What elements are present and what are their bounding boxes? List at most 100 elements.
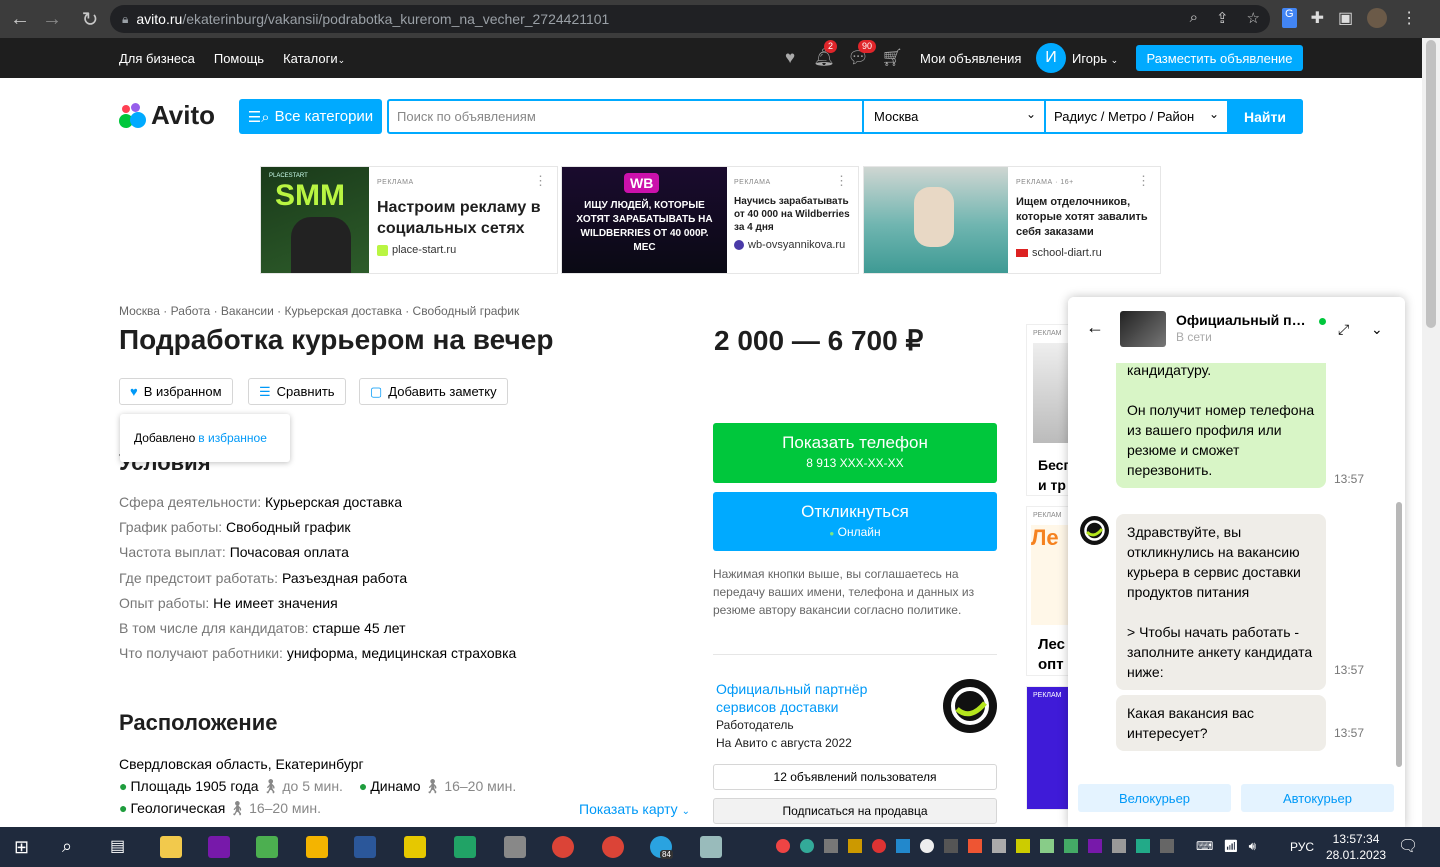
nav-help[interactable]: Помощь [214,51,264,66]
zoom-icon[interactable]: ⌕ [1190,9,1198,27]
file-explorer-icon[interactable] [306,836,328,858]
tray-app-icon[interactable] [824,839,838,853]
clock[interactable]: 13:57:34 28.01.2023 [1326,831,1386,863]
nav-catalogs[interactable]: Каталоги⌄ [283,51,345,66]
messages-icon[interactable]: 💬︎ 90 [847,40,877,68]
search-input[interactable]: Поиск по объявлениям [397,109,536,124]
wifi-icon[interactable]: 📶︎ [1223,839,1238,854]
logo-text: Avito [151,100,216,130]
user-ads-button[interactable]: 12 объявлений пользователя [713,764,997,790]
calculator-icon[interactable] [700,836,722,858]
side-ad[interactable]: РЕКЛАМ [1026,686,1070,810]
ad-banner-smm[interactable]: PLACESTART SMM РЕКЛАМА ⋮ Настроим реклам… [260,166,558,274]
side-ad-label: РЕКЛАМ [1033,692,1062,699]
chat-scrollbar[interactable] [1396,502,1402,767]
volume-icon[interactable]: 🔊︎ [1249,839,1257,854]
favorites-heart-icon[interactable]: ♥ [780,48,800,68]
seller-name[interactable]: Официальный партнёр сервисов доставки [716,680,896,716]
page-scrollbar[interactable] [1422,38,1440,827]
more-icon[interactable]: ⋮ [534,173,547,189]
tray-app-icon[interactable] [1160,839,1174,853]
tray-app-icon[interactable] [776,839,790,853]
my-ads-link[interactable]: Мои объявления [920,51,1021,66]
chat-contact-name[interactable]: Официальный партнёр сервисов доставки [1176,312,1311,328]
chrome-profile-icon[interactable] [602,836,624,858]
user-menu[interactable]: Игорь ⌄ [1072,51,1118,66]
tray-app-icon[interactable] [1088,839,1102,853]
notifications-bell-icon[interactable]: 🔔︎ 2 [813,40,838,68]
tray-app-icon[interactable] [1112,839,1126,853]
radius-select[interactable]: Радиус / Метро / Район ⌄ [1044,101,1227,132]
sheets-icon[interactable] [454,836,476,858]
extensions-icon[interactable]: ✚ [1311,8,1324,28]
tray-app-icon[interactable] [1016,839,1030,853]
city-select[interactable]: Москва ⌄ [862,101,1044,132]
quick-reply-bike[interactable]: Велокурьер [1078,784,1231,812]
tool-app-icon[interactable] [504,836,526,858]
editor-app-icon[interactable] [256,836,278,858]
tray-app-icon[interactable] [800,839,814,853]
notification-center-icon[interactable]: 🗨︎ [1398,836,1418,856]
tray-app-icon[interactable] [872,839,886,853]
telegram-icon[interactable]: 84 [650,836,673,859]
ad-banner-diart[interactable]: РЕКЛАМА · 16+ ⋮ Ищем отделочников, котор… [863,166,1161,274]
chevron-down-icon[interactable]: ⌄ [1371,321,1383,338]
post-ad-button[interactable]: Разместить объявление [1136,45,1303,71]
sidepanel-icon[interactable]: ▣ [1338,8,1353,28]
tray-app-icon[interactable] [992,839,1006,853]
profile-icon[interactable] [1367,8,1388,28]
back-icon[interactable]: ← [8,7,32,31]
side-ad[interactable]: РЕКЛАМ Ле Лес опт [1026,506,1070,676]
tray-app-icon[interactable] [896,839,910,853]
tray-app-icon[interactable] [920,839,934,853]
side-ad[interactable]: РЕКЛАМ Бесп и тр [1026,324,1070,496]
search-icon[interactable]: ⌕ [62,836,72,857]
seller-avatar[interactable] [943,679,997,733]
tray-app-icon[interactable] [1136,839,1150,853]
scrollbar-thumb[interactable] [1426,40,1436,328]
word-icon[interactable] [354,836,376,858]
find-button[interactable]: Найти [1227,99,1303,134]
tray-app-icon[interactable] [1040,839,1054,853]
nav-business[interactable]: Для бизнеса [119,51,195,66]
subscribe-button[interactable]: Подписаться на продавца [713,798,997,824]
avito-logo[interactable]: Avito [119,100,215,131]
translate-icon[interactable]: G [1282,8,1297,28]
notes-app-icon[interactable] [160,836,182,858]
tray-app-icon[interactable] [848,839,862,853]
favorite-button[interactable]: ♥ В избранном [119,378,233,405]
ad-banner-wb[interactable]: WB ИЩУ ЛЮДЕЙ, КОТОРЫЕ ХОТЯТ ЗАРАБАТЫВАТЬ… [561,166,859,274]
task-view-icon[interactable]: ▤ [110,836,125,856]
onenote-icon[interactable] [208,836,230,858]
show-phone-button[interactable]: Показать телефон 8 913 XXX-XX-XX [713,423,997,483]
address-bar[interactable]: 🔒︎ avito.ru/ekaterinburg/vakansii/podrab… [110,5,1270,33]
compare-button[interactable]: ☰ Сравнить [248,378,346,405]
tray-app-icon[interactable] [968,839,982,853]
chrome-icon[interactable] [552,836,574,858]
star-icon[interactable]: ☆ [1247,9,1260,27]
menu-icon[interactable]: ⋮ [1401,8,1417,28]
tooltip-favorites-link[interactable]: в избранное [198,431,267,445]
cart-icon[interactable]: 🛒︎ [881,48,903,68]
more-icon[interactable]: ⋮ [1137,173,1150,189]
forward-icon[interactable]: → [40,7,64,31]
language-indicator[interactable]: РУС [1290,840,1314,854]
param-value: Свободный график [226,519,351,536]
show-map-link[interactable]: Показать карту ⌄ [579,801,690,817]
respond-button[interactable]: Откликнуться ● Онлайн [713,492,997,551]
all-categories-button[interactable]: ☰⌕ Все категории [239,99,382,134]
expand-icon[interactable]: ⤢ [1338,321,1349,338]
share-icon[interactable]: ⇪ [1216,9,1229,27]
keyboard-icon[interactable]: ⌨ [1196,839,1213,854]
back-arrow-icon[interactable]: ← [1086,317,1104,338]
windows-start-icon[interactable]: ⊞ [14,837,29,858]
breadcrumb[interactable]: Москва · Работа · Вакансии · Курьерская … [119,304,519,318]
sticky-notes-icon[interactable] [404,836,426,858]
avatar[interactable]: И [1036,43,1066,73]
more-icon[interactable]: ⋮ [835,173,848,189]
tray-app-icon[interactable] [944,839,958,853]
reload-icon[interactable]: ↻ [78,7,102,31]
add-note-button[interactable]: ▢ Добавить заметку [359,378,508,405]
quick-reply-car[interactable]: Автокурьер [1241,784,1394,812]
tray-app-icon[interactable] [1064,839,1078,853]
